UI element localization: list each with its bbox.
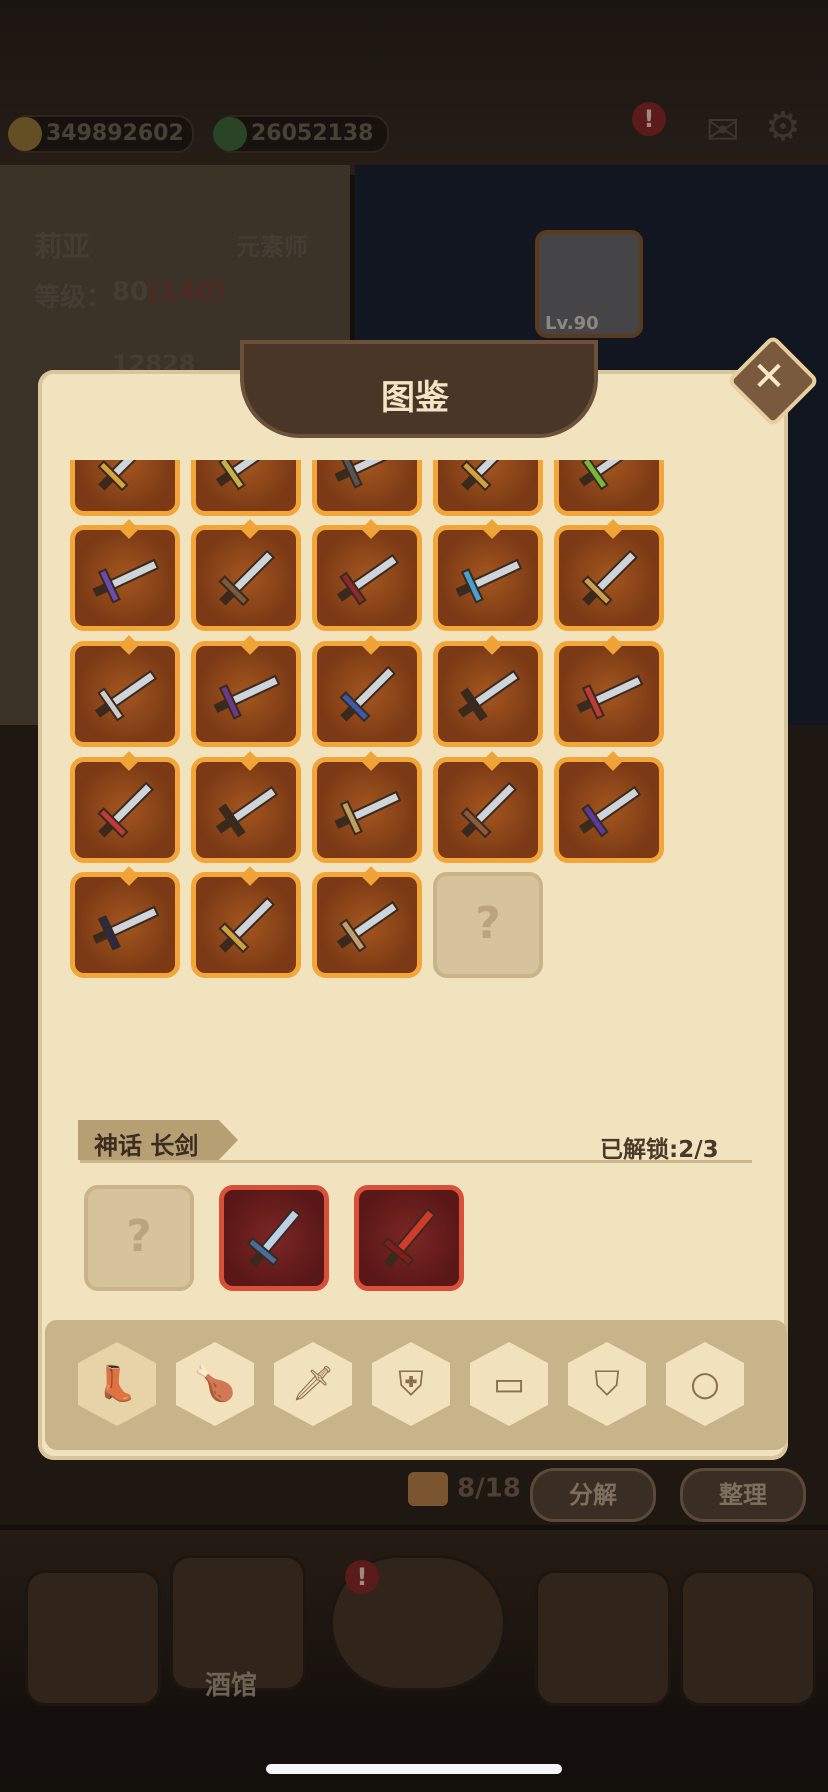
weapon-slot[interactable] [312,519,422,631]
sword-icon: 🗡 [291,1364,335,1404]
home-indicator[interactable] [266,1764,562,1774]
weapon-slot[interactable] [433,460,543,516]
weapon-slot[interactable] [70,866,180,978]
category-tab-ring[interactable]: ○ [666,1342,744,1426]
category-tab-shield[interactable]: ⛨ [372,1342,450,1426]
ring-icon: ○ [690,1364,720,1404]
section-divider [80,1160,752,1163]
chest-icon [408,1472,448,1506]
weapon-slot[interactable] [554,751,664,863]
weapon-slot[interactable] [70,519,180,631]
weapon-slot[interactable] [433,519,543,631]
bag-count: 8/18 [457,1473,521,1504]
weapon-slot[interactable] [191,866,301,978]
weapon-slot[interactable] [312,635,422,747]
myth-row: ? [84,1185,504,1310]
category-tab-leg[interactable]: 🍗 [176,1342,254,1426]
myth-weapon-slot[interactable] [354,1185,464,1291]
close-icon[interactable]: ✕ [740,348,798,406]
question-mark-icon: ? [126,1211,152,1262]
weapon-slot[interactable] [312,460,422,516]
decompose-button[interactable]: 分解 [530,1468,656,1522]
weapon-slot[interactable] [191,635,301,747]
weapon-slot[interactable] [312,866,422,978]
shield-icon: ⛨ [398,1364,424,1404]
category-tabbar: 👢 🍗 🗡 ⛨ ▭ ⛉ ○ [45,1320,787,1450]
section-label: 神话 长剑 [94,1132,199,1160]
sort-button[interactable]: 整理 [680,1468,806,1522]
question-mark-icon: ? [475,898,501,949]
weapon-slot[interactable] [433,751,543,863]
category-tab-armor[interactable]: ⛉ [568,1342,646,1426]
weapon-slot[interactable] [191,460,301,516]
weapon-slot[interactable] [70,751,180,863]
unlock-progress: 已解锁:2/3 [600,1137,719,1163]
locked-myth-slot[interactable]: ? [84,1185,194,1291]
weapon-slot[interactable] [312,751,422,863]
category-tab-boot[interactable]: 👢 [78,1342,156,1426]
myth-weapon-slot[interactable] [219,1185,329,1291]
weapon-slot[interactable] [554,519,664,631]
category-tab-book[interactable]: ▭ [470,1342,548,1426]
locked-weapon-slot[interactable]: ? [433,872,543,978]
weapon-slot[interactable] [70,460,180,516]
dialog-title: 图鉴 [381,378,449,418]
boot-icon: 👢 [95,1364,139,1404]
weapon-slot[interactable] [554,635,664,747]
weapon-grid[interactable]: ? [70,460,760,1105]
weapon-slot[interactable] [433,635,543,747]
armor-icon: ⛉ [594,1364,620,1404]
weapon-slot[interactable] [191,519,301,631]
category-tab-sword[interactable]: 🗡 [274,1342,352,1426]
weapon-slot[interactable] [554,460,664,516]
leg-icon: 🍗 [193,1364,237,1404]
weapon-slot[interactable] [191,751,301,863]
book-icon: ▭ [492,1364,526,1404]
weapon-slot[interactable] [70,635,180,747]
bag-counter: 8/18 [408,1472,521,1506]
